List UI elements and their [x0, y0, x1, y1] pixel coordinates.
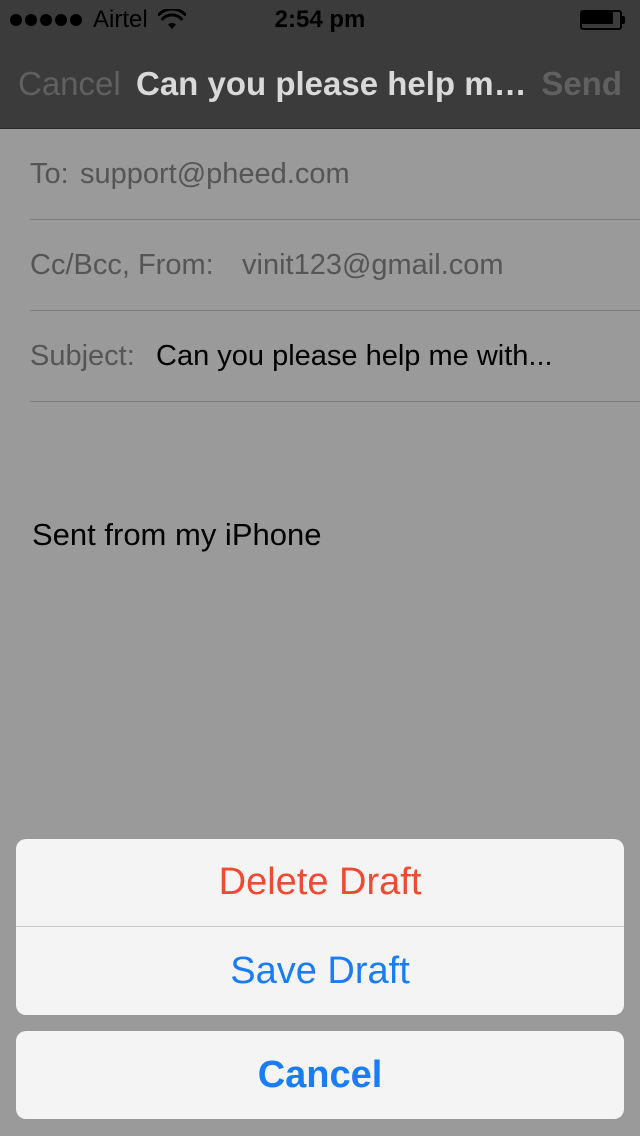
- nav-send-button[interactable]: Send: [541, 64, 622, 104]
- to-label: To:: [30, 158, 69, 190]
- nav-cancel-button[interactable]: Cancel: [18, 64, 121, 104]
- to-value[interactable]: support@pheed.com: [80, 156, 350, 192]
- status-time: 2:54 pm: [274, 6, 366, 33]
- action-sheet: Delete Draft Save Draft: [16, 839, 624, 1015]
- status-bar: Airtel 2:54 pm: [0, 0, 640, 40]
- battery-fill: [582, 12, 613, 24]
- battery-icon: [580, 10, 626, 30]
- nav-title: Can you please help m…: [136, 65, 527, 102]
- delete-draft-button[interactable]: Delete Draft: [16, 839, 624, 927]
- nav-bar: Cancel Can you please help m… Send: [0, 40, 640, 129]
- to-field[interactable]: To: support@pheed.com: [30, 129, 640, 220]
- ccbcc-label: Cc/Bcc, From:: [30, 249, 214, 281]
- action-sheet-cancel-group: Cancel: [16, 1031, 624, 1119]
- cancel-button[interactable]: Cancel: [16, 1031, 624, 1119]
- subject-value[interactable]: Can you please help me with...: [156, 338, 553, 374]
- email-body[interactable]: Sent from my iPhone: [32, 515, 321, 555]
- ccbcc-from-field[interactable]: Cc/Bcc, From: vinit123@gmail.com: [30, 220, 640, 311]
- subject-field[interactable]: Subject: Can you please help me with...: [30, 311, 640, 402]
- subject-label: Subject:: [30, 340, 135, 372]
- battery-tip: [622, 16, 625, 24]
- from-value[interactable]: vinit123@gmail.com: [242, 247, 504, 283]
- save-draft-button[interactable]: Save Draft: [16, 927, 624, 1015]
